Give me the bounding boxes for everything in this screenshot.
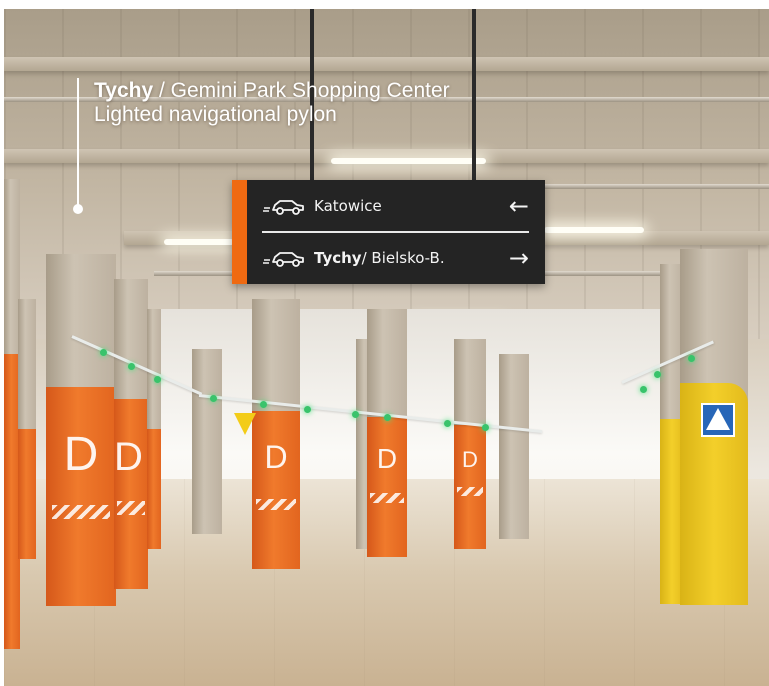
green-light-icon bbox=[100, 349, 107, 356]
pillar-band-orange bbox=[18, 429, 36, 559]
caption-city: Tychy bbox=[94, 79, 154, 102]
green-light-icon bbox=[654, 371, 661, 378]
pillar-zone-d: D bbox=[367, 309, 407, 557]
green-light-icon bbox=[640, 386, 647, 393]
sign-destination: Tychy bbox=[314, 249, 362, 267]
pillar-band-orange bbox=[147, 429, 161, 549]
caption-place: Gemini Park Shopping Center bbox=[170, 79, 450, 102]
pedestrian-crossing-sign bbox=[701, 403, 735, 437]
car-icon bbox=[263, 200, 304, 215]
sign-accent-stripe bbox=[232, 180, 247, 284]
pillar-zone-d: D bbox=[114, 279, 148, 589]
pillar-hatch-stripes bbox=[51, 505, 111, 519]
pillar-band-orange: D bbox=[454, 425, 486, 549]
zone-letter: D bbox=[376, 443, 398, 474]
arrow-left-icon: ← bbox=[508, 192, 529, 220]
pillar-hatch-stripes bbox=[456, 487, 484, 496]
caption-description: Lighted navigational pylon bbox=[94, 103, 337, 126]
zone-letter: D bbox=[63, 428, 99, 481]
pillar-band-orange: D bbox=[46, 387, 116, 606]
sign-destination-suffix: / Bielsko-B. bbox=[361, 249, 445, 267]
pillar-hatch-stripes bbox=[116, 501, 146, 515]
ceiling-light bbox=[544, 227, 644, 233]
caption-leader-line bbox=[77, 78, 79, 206]
zone-letter: D bbox=[114, 435, 143, 479]
caption: Tychy / Gemini Park Shopping Center Ligh… bbox=[94, 79, 450, 127]
pillar-band-orange: D bbox=[252, 411, 300, 569]
pillar-zone-d: D bbox=[252, 299, 300, 569]
pillar-band-orange: D bbox=[114, 399, 148, 589]
green-light-icon bbox=[384, 414, 391, 421]
pillar-zone-d: D bbox=[46, 254, 116, 606]
sign-row-katowice: Katowice ← bbox=[262, 186, 529, 226]
directional-sign: Katowice ← Tychy / Bielsko-B. → bbox=[232, 180, 545, 284]
green-light-icon bbox=[210, 395, 217, 402]
ceiling-beam bbox=[4, 57, 769, 71]
sign-suspension-wire bbox=[472, 9, 476, 181]
pillar-far bbox=[499, 354, 529, 539]
green-light-icon bbox=[154, 376, 161, 383]
pillar-far bbox=[192, 349, 222, 534]
green-light-icon bbox=[688, 355, 695, 362]
pillar-left bbox=[18, 299, 36, 559]
sign-row-tychy: Tychy / Bielsko-B. → bbox=[262, 238, 529, 278]
car-icon bbox=[263, 252, 304, 267]
sign-divider bbox=[262, 231, 529, 233]
caption-leader-dot bbox=[73, 204, 83, 214]
zone-letter: D bbox=[462, 447, 478, 472]
green-light-icon bbox=[444, 420, 451, 427]
caption-separator: / bbox=[153, 79, 171, 102]
green-light-icon bbox=[352, 411, 359, 418]
green-light-icon bbox=[128, 363, 135, 370]
pillar-band-orange: D bbox=[367, 417, 407, 557]
pillar-hatch-stripes bbox=[370, 493, 404, 503]
green-light-icon bbox=[304, 406, 311, 413]
ceiling-light bbox=[331, 158, 486, 164]
pedestrian-crossing-icon bbox=[706, 408, 730, 430]
pillar-zone-d: D bbox=[454, 339, 486, 549]
arrow-right-icon: → bbox=[508, 244, 529, 272]
zone-letter: D bbox=[264, 439, 288, 475]
green-light-icon bbox=[260, 401, 267, 408]
ceiling-light bbox=[164, 239, 234, 245]
green-light-icon bbox=[482, 424, 489, 431]
caption-title: Tychy / Gemini Park Shopping Center bbox=[94, 79, 450, 103]
warning-triangle-icon bbox=[234, 413, 256, 435]
pillar-left bbox=[147, 309, 161, 549]
sign-destination: Katowice bbox=[314, 197, 382, 215]
pillar-hatch-stripes bbox=[255, 499, 297, 510]
